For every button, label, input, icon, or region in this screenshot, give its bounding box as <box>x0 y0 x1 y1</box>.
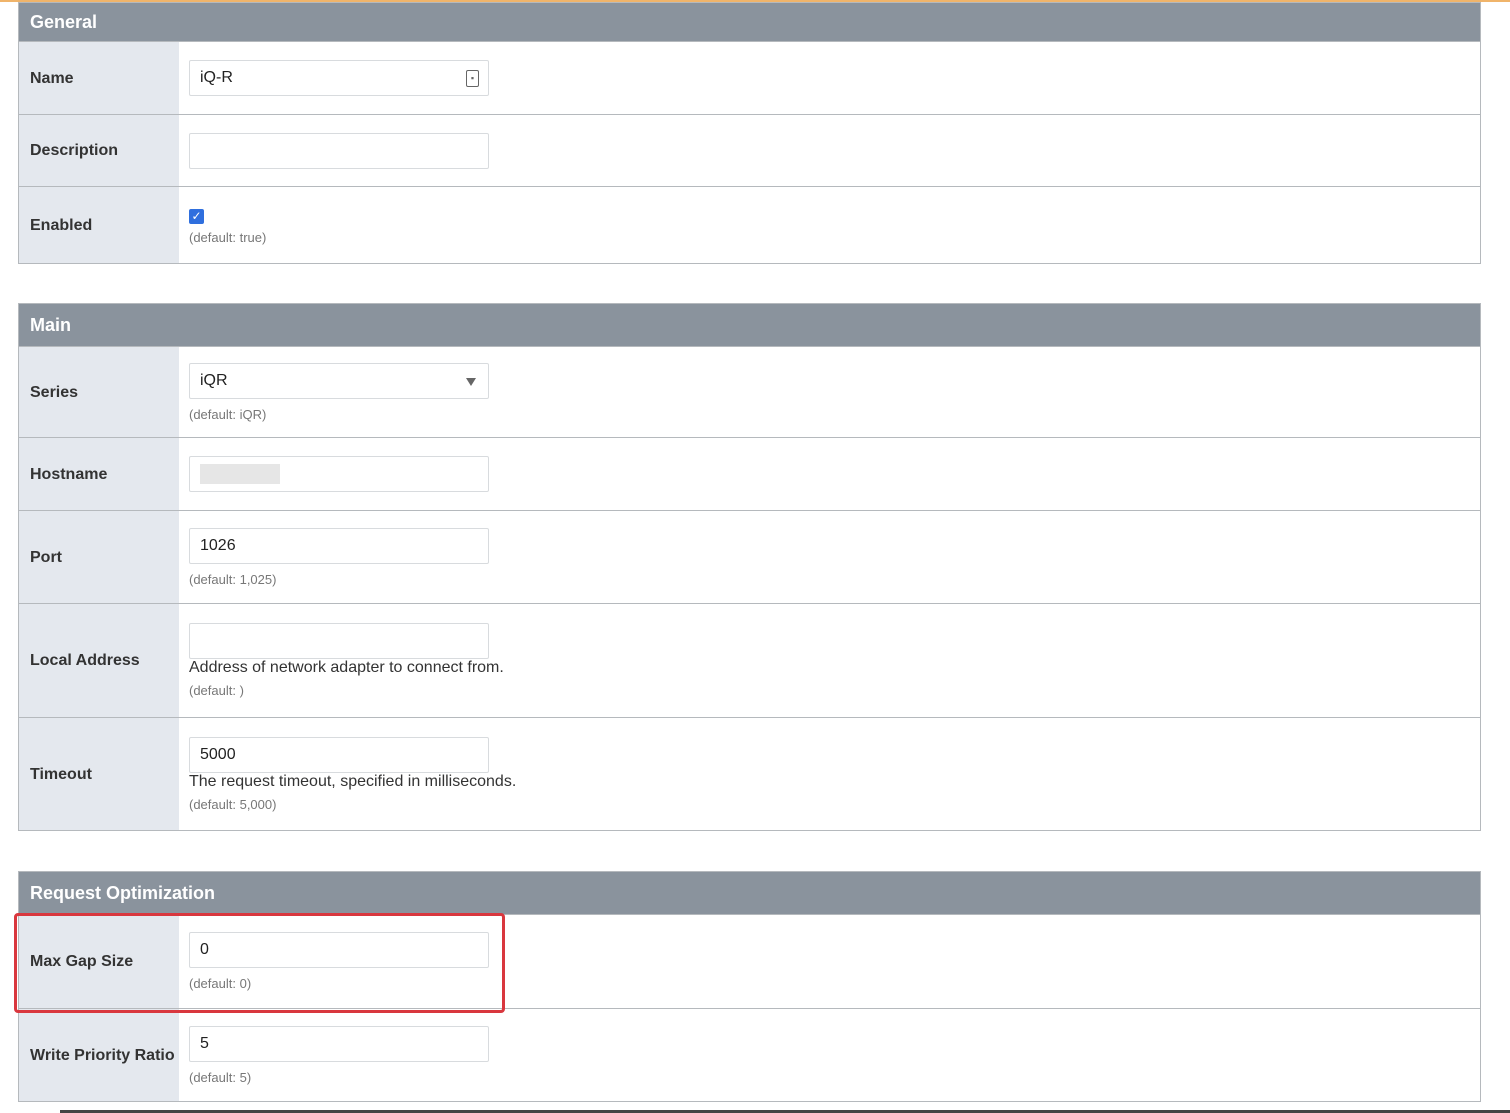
redacted-value <box>200 464 280 484</box>
timeout-input[interactable]: 5000 <box>189 736 489 773</box>
field-description: The request timeout, specified in millis… <box>189 772 517 790</box>
input-value: 5 <box>200 1034 209 1052</box>
field-label: Hostname <box>19 438 179 510</box>
name-row: Name iQ-R ▪ <box>19 41 1480 114</box>
default-hint: (default: true) <box>189 230 267 245</box>
field-label: Local Address <box>19 604 179 717</box>
default-hint: (default: 5,000) <box>189 796 277 812</box>
field-description: Address of network adapter to connect fr… <box>189 659 504 676</box>
section-title: General <box>19 3 1480 41</box>
input-value: iQ-R <box>200 69 233 86</box>
description-input[interactable] <box>189 132 489 169</box>
field-label: Enabled <box>19 187 179 263</box>
default-hint: (default: ) <box>189 683 244 698</box>
section-title: Main <box>19 304 1480 346</box>
description-row: Description <box>19 114 1480 186</box>
section-title: Request Optimization <box>19 872 1480 914</box>
selected-value: iQR <box>200 371 228 389</box>
field-label: Port <box>19 511 179 603</box>
series-row: Series iQR (default: iQR) <box>19 346 1480 437</box>
enabled-row: Enabled ✓ (default: true) <box>19 186 1480 263</box>
write-priority-ratio-row: Write Priority Ratio 5 (default: 5) <box>19 1008 1480 1101</box>
input-value: 1026 <box>200 536 236 554</box>
field-label: Write Priority Ratio <box>19 1009 179 1101</box>
enabled-checkbox[interactable]: ✓ <box>189 209 204 224</box>
port-input[interactable]: 1026 <box>189 527 489 564</box>
default-hint: (default: iQR) <box>189 406 267 422</box>
port-row: Port 1026 (default: 1,025) <box>19 510 1480 603</box>
series-select[interactable]: iQR <box>189 362 489 399</box>
hostname-input[interactable] <box>189 456 489 492</box>
highlight-box <box>14 913 505 1013</box>
write-priority-ratio-input[interactable]: 5 <box>189 1025 489 1062</box>
field-label: Timeout <box>19 718 179 830</box>
hostname-row: Hostname <box>19 437 1480 510</box>
field-label: Description <box>19 115 179 186</box>
main-section: Main Series iQR (default: iQR) Hostname … <box>18 303 1481 831</box>
timeout-row: Timeout 5000 The request timeout, specif… <box>19 717 1480 830</box>
general-section: General Name iQ-R ▪ Description Enabled … <box>18 2 1481 264</box>
default-hint: (default: 5) <box>189 1069 252 1085</box>
name-input[interactable]: iQ-R ▪ <box>189 60 489 96</box>
input-value: 5000 <box>200 745 236 763</box>
chevron-down-icon <box>466 377 476 386</box>
field-label: Series <box>19 347 179 437</box>
local-address-input[interactable] <box>189 623 489 659</box>
default-hint: (default: 1,025) <box>189 571 277 587</box>
field-label: Name <box>19 42 179 114</box>
local-address-row: Local Address Address of network adapter… <box>19 603 1480 717</box>
contact-card-icon[interactable]: ▪ <box>466 70 479 87</box>
